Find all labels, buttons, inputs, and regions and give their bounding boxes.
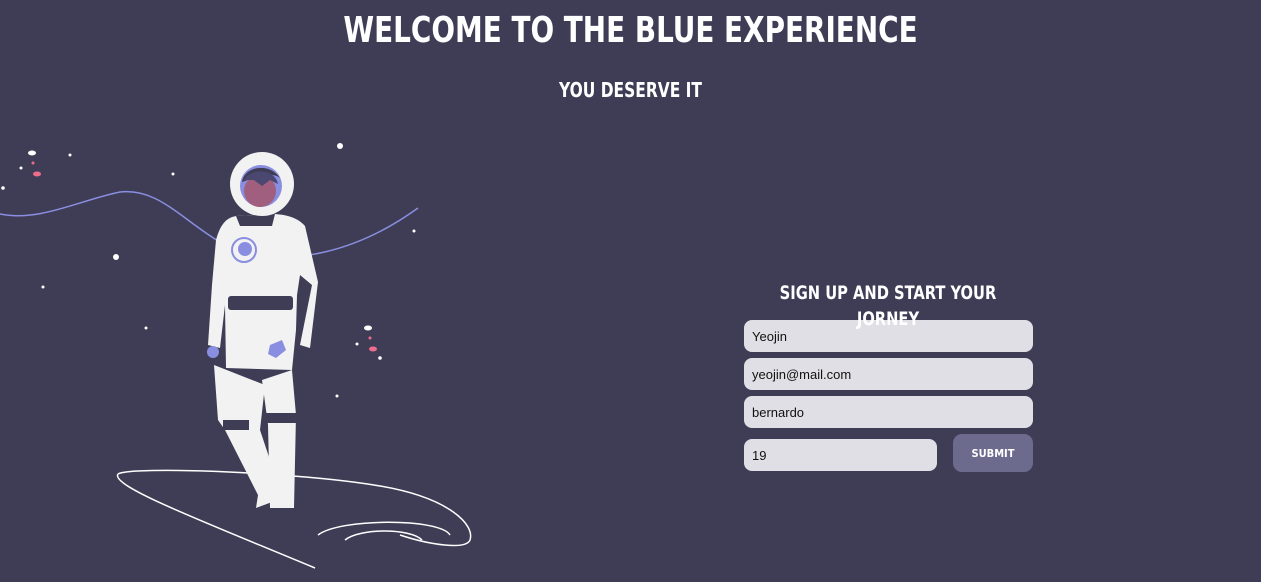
astronaut bbox=[207, 152, 318, 508]
astronaut-illustration bbox=[0, 143, 472, 569]
page: WELCOME TO THE BLUE EXPERIENCE YOU DESER… bbox=[0, 0, 1261, 582]
submit-button[interactable]: SUBMIT bbox=[953, 434, 1033, 472]
orbit-line bbox=[0, 190, 419, 258]
email-field[interactable] bbox=[744, 358, 1033, 390]
signup-heading: SIGN UP AND START YOUR JORNEY bbox=[779, 282, 997, 330]
stars bbox=[1, 143, 416, 398]
password-field[interactable] bbox=[744, 396, 1033, 428]
page-title: WELCOME TO THE BLUE EXPERIENCE bbox=[343, 10, 918, 51]
signup-form: SIGN UP AND START YOUR JORNEY SUBMIT bbox=[743, 280, 1033, 472]
pink-sparks bbox=[31, 161, 377, 352]
crater-ring-outer bbox=[317, 521, 451, 536]
age-field[interactable] bbox=[744, 439, 937, 471]
age-submit-row: SUBMIT bbox=[743, 434, 1033, 472]
page-subtitle: YOU DESERVE IT bbox=[558, 78, 703, 102]
